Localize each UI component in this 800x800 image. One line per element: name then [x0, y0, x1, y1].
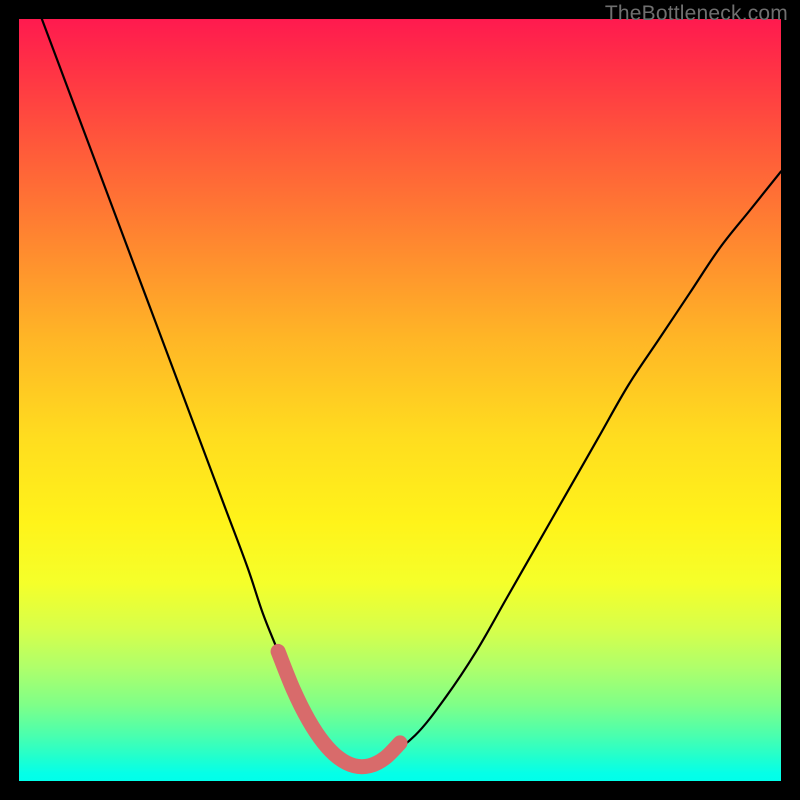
- bottleneck-chart: [19, 19, 781, 781]
- highlight-segment-line: [278, 651, 400, 766]
- bottleneck-curve-line: [42, 19, 781, 767]
- watermark-text: TheBottleneck.com: [605, 2, 788, 26]
